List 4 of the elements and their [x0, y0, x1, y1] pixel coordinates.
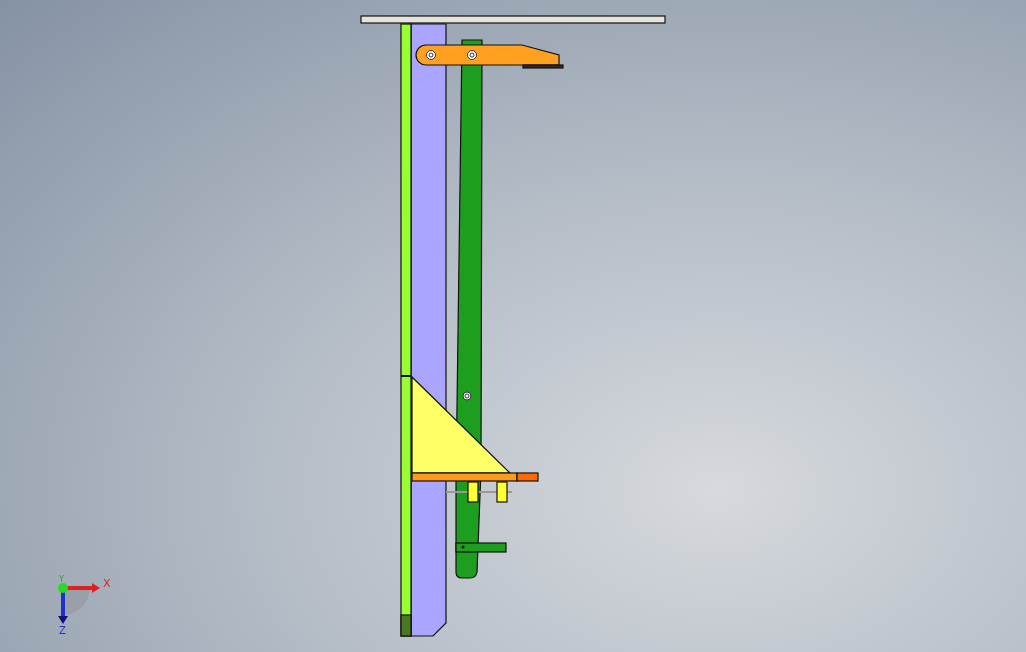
y-axis-label: Y	[59, 575, 64, 584]
axis-triad-drawing	[58, 583, 100, 624]
x-axis-label: X	[103, 577, 111, 590]
z-axis-label: Z	[59, 625, 66, 636]
